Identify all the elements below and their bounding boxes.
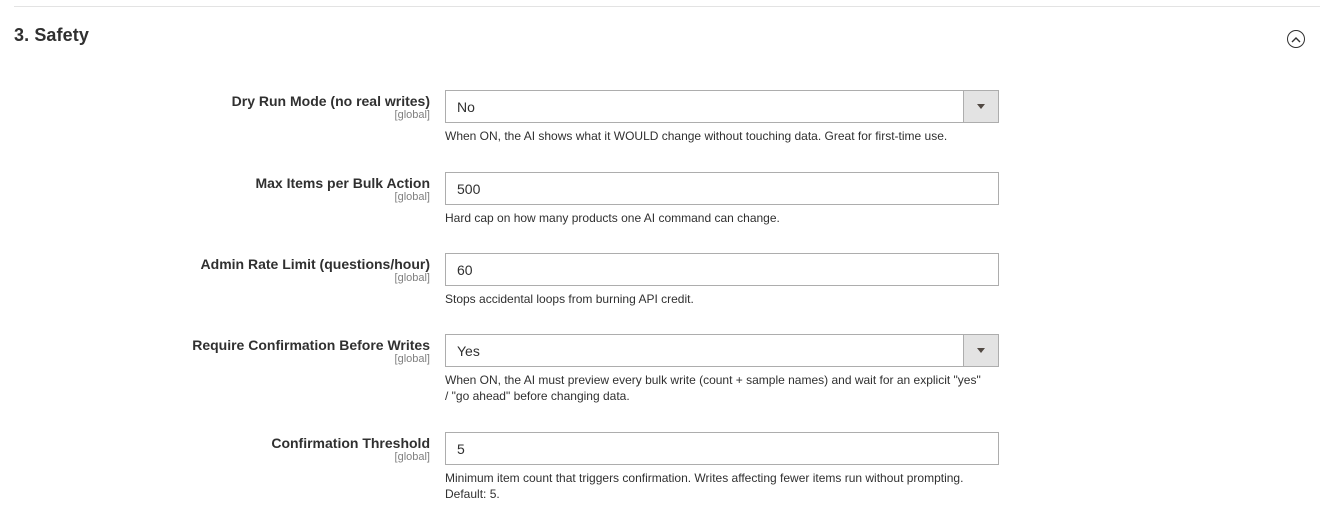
field-label: Max Items per Bulk Action [255,175,430,191]
select-value: No [457,99,475,115]
dry-run-mode-select[interactable]: No [445,90,999,123]
field-note: Stops accidental loops from burning API … [445,292,694,306]
field-note: Minimum item count that triggers confirm… [445,471,964,501]
input-value: 500 [457,181,481,197]
field-note: When ON, the AI must preview every bulk … [445,373,981,403]
max-items-input[interactable]: 500 [445,172,999,205]
field-label-wrap: Dry Run Mode (no real writes) [global] [70,92,430,121]
dropdown-arrow-icon [963,91,998,122]
input-value: 5 [457,441,465,457]
field-label: Confirmation Threshold [271,435,430,451]
field-note: Hard cap on how many products one AI com… [445,211,780,225]
section-divider [14,6,1320,7]
chevron-up-icon [1291,36,1301,42]
section-title[interactable]: 3. Safety [14,25,89,46]
require-confirmation-select[interactable]: Yes [445,334,999,367]
input-value: 60 [457,262,473,278]
select-value: Yes [457,343,480,359]
confirmation-threshold-input[interactable]: 5 [445,432,999,465]
field-label-wrap: Confirmation Threshold [global] [70,434,430,463]
collapse-section-button[interactable] [1287,30,1305,48]
field-label: Admin Rate Limit (questions/hour) [200,256,430,272]
field-scope: [global] [394,109,430,121]
field-note: When ON, the AI shows what it WOULD chan… [445,129,948,143]
admin-rate-limit-input[interactable]: 60 [445,253,999,286]
field-scope: [global] [394,191,430,203]
field-scope: [global] [394,272,430,284]
field-label: Require Confirmation Before Writes [192,337,430,353]
field-label-wrap: Admin Rate Limit (questions/hour) [globa… [70,255,430,284]
field-scope: [global] [394,353,430,365]
field-scope: [global] [394,451,430,463]
dropdown-arrow-icon [963,335,998,366]
field-label-wrap: Require Confirmation Before Writes [glob… [70,336,430,365]
field-label-wrap: Max Items per Bulk Action [global] [70,174,430,203]
field-label: Dry Run Mode (no real writes) [231,93,430,109]
